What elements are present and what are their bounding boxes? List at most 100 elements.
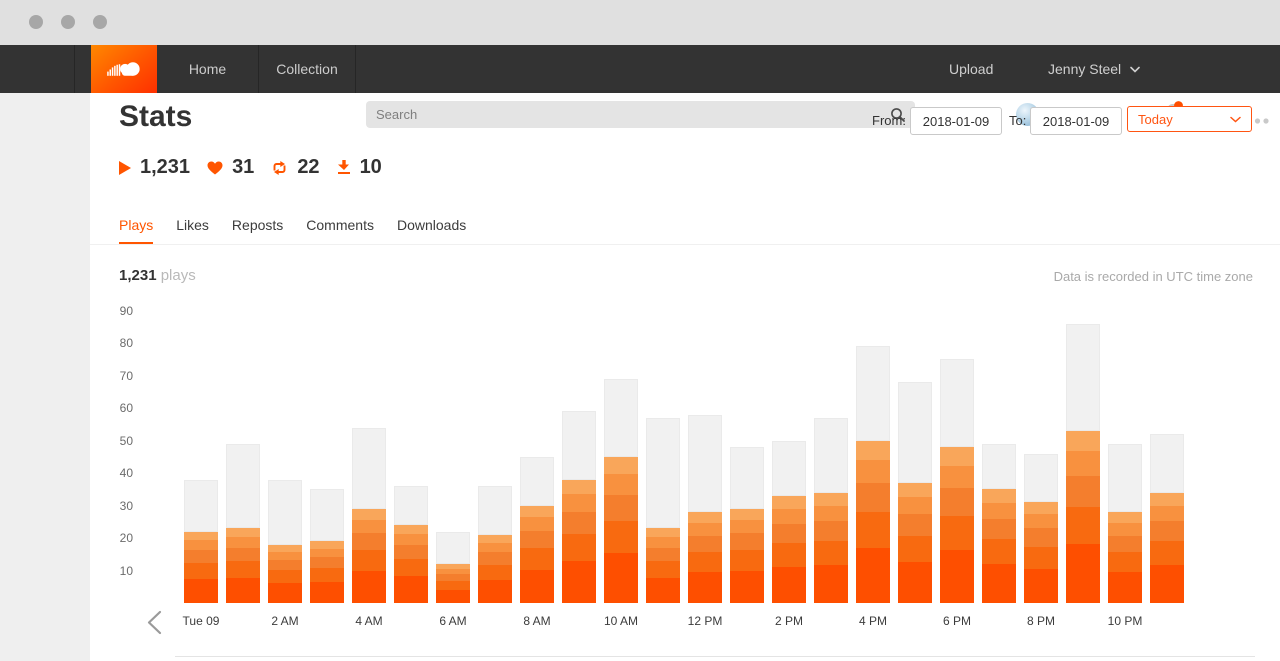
chart-bar[interactable] bbox=[940, 359, 974, 603]
downloads-counter: 10 bbox=[337, 156, 382, 179]
bar-play-segment bbox=[814, 541, 848, 565]
bar-play-segment bbox=[226, 561, 260, 577]
chart-bar[interactable] bbox=[604, 379, 638, 603]
bar-play-segment bbox=[184, 540, 218, 550]
soundcloud-cloud-icon bbox=[107, 59, 141, 80]
bar-play-segment bbox=[1024, 528, 1058, 546]
chart-bar[interactable] bbox=[982, 444, 1016, 603]
bar-remainder-segment bbox=[772, 441, 806, 496]
x-axis-label: Tue 09 bbox=[161, 614, 241, 628]
chart-bar[interactable] bbox=[352, 428, 386, 604]
bar-play-segment bbox=[520, 531, 554, 549]
bar-play-segment bbox=[646, 561, 680, 577]
search-bar bbox=[366, 101, 915, 128]
x-axis-label: 6 PM bbox=[917, 614, 997, 628]
bar-play-segment bbox=[646, 548, 680, 561]
user-name: Jenny Steel bbox=[1048, 61, 1121, 77]
bar-play-segment bbox=[1066, 544, 1100, 603]
x-axis-label: 10 PM bbox=[1085, 614, 1165, 628]
bar-play-segment bbox=[604, 553, 638, 603]
chart-bar[interactable] bbox=[310, 489, 344, 603]
chart-bar[interactable] bbox=[1108, 444, 1142, 603]
chart-bar[interactable] bbox=[520, 457, 554, 603]
bar-play-segment bbox=[814, 521, 848, 541]
bar-play-segment bbox=[352, 550, 386, 571]
bar-play-segment bbox=[184, 532, 218, 541]
bar-play-segment bbox=[982, 489, 1016, 503]
tab-comments[interactable]: Comments bbox=[306, 215, 374, 244]
from-label: From: bbox=[872, 113, 906, 128]
bar-play-segment bbox=[1066, 431, 1100, 452]
chart-bar[interactable] bbox=[268, 480, 302, 604]
upload-button[interactable]: Upload bbox=[949, 45, 993, 93]
bar-play-segment bbox=[562, 512, 596, 534]
chevron-left-icon bbox=[146, 610, 163, 635]
y-axis-label: 60 bbox=[95, 400, 133, 416]
bar-play-segment bbox=[520, 548, 554, 569]
chart-prev-arrow[interactable] bbox=[146, 610, 163, 640]
bar-play-segment bbox=[1150, 506, 1184, 521]
window-control-zoom[interactable] bbox=[93, 15, 107, 29]
tab-reposts[interactable]: Reposts bbox=[232, 215, 283, 244]
to-date-input[interactable] bbox=[1030, 107, 1122, 135]
window-control-close[interactable] bbox=[29, 15, 43, 29]
chart-bar[interactable] bbox=[478, 486, 512, 603]
nav-home[interactable]: Home bbox=[157, 45, 258, 93]
chart-bar[interactable] bbox=[814, 418, 848, 603]
bar-play-segment bbox=[856, 548, 890, 603]
bar-play-segment bbox=[1150, 493, 1184, 506]
chart-bar[interactable] bbox=[898, 382, 932, 603]
tab-likes[interactable]: Likes bbox=[176, 215, 209, 244]
repost-icon bbox=[271, 161, 288, 175]
chart-bar[interactable] bbox=[184, 480, 218, 604]
chart-total-unit: plays bbox=[161, 267, 196, 284]
bar-play-segment bbox=[184, 563, 218, 579]
chart-bar[interactable] bbox=[394, 486, 428, 603]
bar-play-segment bbox=[436, 581, 470, 590]
chart-bar[interactable] bbox=[688, 415, 722, 604]
bar-play-segment bbox=[184, 550, 218, 563]
chart-bar[interactable] bbox=[1150, 434, 1184, 603]
bar-play-segment bbox=[268, 570, 302, 583]
bar-remainder-segment bbox=[604, 379, 638, 457]
chart-bar[interactable] bbox=[772, 441, 806, 604]
bar-play-segment bbox=[772, 496, 806, 509]
bar-play-segment bbox=[646, 537, 680, 547]
chart-bar[interactable] bbox=[856, 346, 890, 603]
chart-bar[interactable] bbox=[436, 532, 470, 604]
soundcloud-logo[interactable] bbox=[91, 45, 157, 93]
stats-tabs: Plays Likes Reposts Comments Downloads bbox=[90, 215, 1280, 245]
window-control-minimize[interactable] bbox=[61, 15, 75, 29]
bar-play-segment bbox=[604, 457, 638, 475]
bar-play-segment bbox=[814, 493, 848, 506]
bar-play-segment bbox=[310, 549, 344, 558]
bar-play-segment bbox=[310, 541, 344, 548]
bar-play-segment bbox=[898, 497, 932, 514]
chart-bar[interactable] bbox=[730, 447, 764, 603]
chart-bar[interactable] bbox=[1066, 324, 1100, 604]
bar-play-segment bbox=[646, 578, 680, 603]
date-preset-select[interactable]: Today bbox=[1127, 106, 1252, 132]
bar-play-segment bbox=[226, 578, 260, 603]
tab-downloads[interactable]: Downloads bbox=[397, 215, 466, 244]
bar-play-segment bbox=[940, 447, 974, 466]
bar-play-segment bbox=[646, 528, 680, 537]
from-date-input[interactable] bbox=[910, 107, 1002, 135]
nav-divider bbox=[355, 45, 356, 93]
tab-plays[interactable]: Plays bbox=[119, 215, 153, 244]
bar-play-segment bbox=[268, 552, 302, 560]
y-axis-label: 90 bbox=[95, 303, 133, 319]
downloads-count: 10 bbox=[360, 156, 382, 179]
chart-bar[interactable] bbox=[646, 418, 680, 603]
bar-play-segment bbox=[394, 576, 428, 603]
chart-bar[interactable] bbox=[1024, 454, 1058, 604]
chart-bar[interactable] bbox=[562, 411, 596, 603]
user-menu[interactable]: Jenny Steel bbox=[1048, 45, 1140, 93]
bar-play-segment bbox=[856, 483, 890, 512]
search-input[interactable] bbox=[366, 107, 890, 122]
bar-remainder-segment bbox=[688, 415, 722, 513]
chart-bar[interactable] bbox=[226, 444, 260, 603]
nav-collection[interactable]: Collection bbox=[259, 45, 355, 93]
bar-play-segment bbox=[1108, 523, 1142, 536]
bar-play-segment bbox=[310, 557, 344, 568]
